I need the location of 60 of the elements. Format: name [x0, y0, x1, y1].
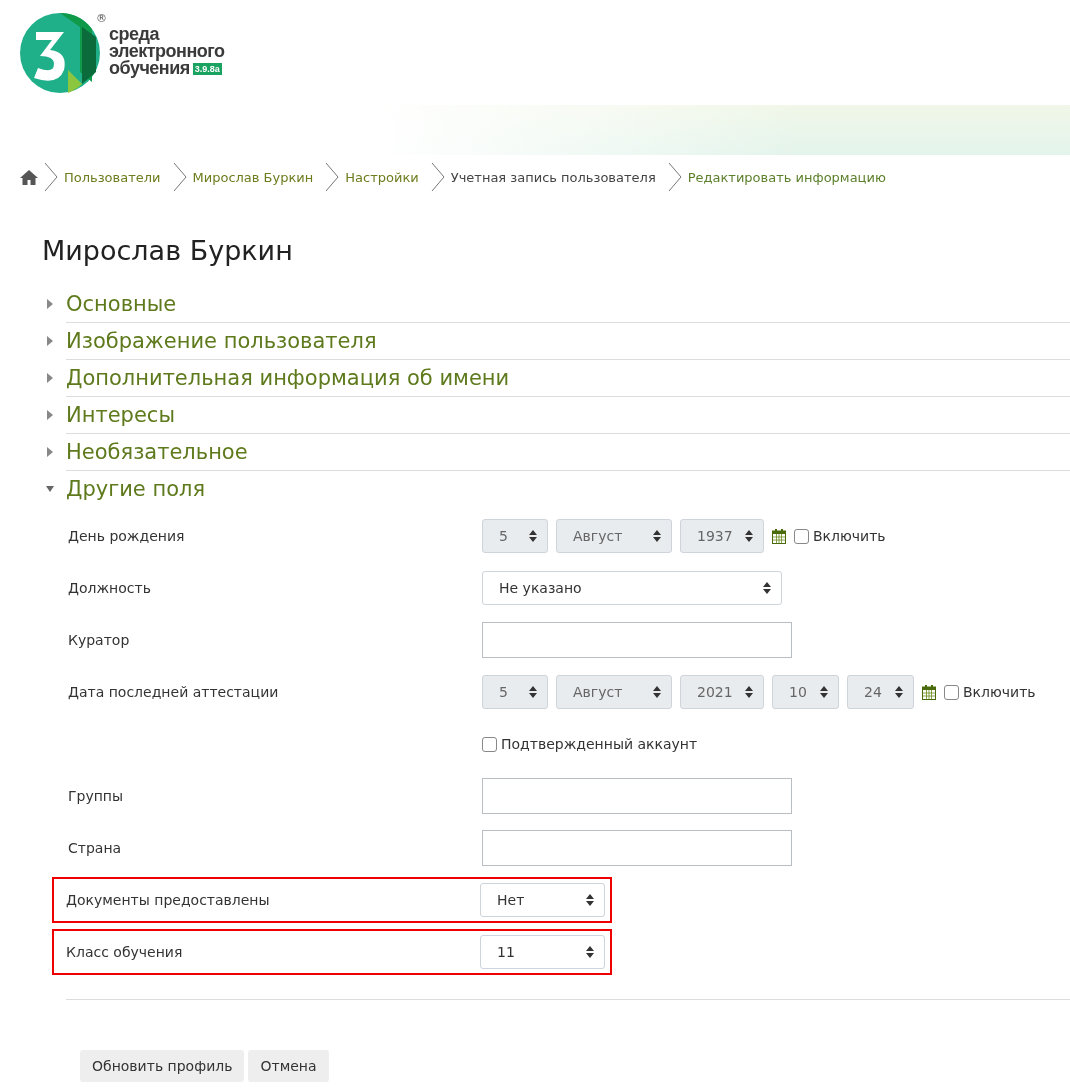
registered-mark: ® — [96, 12, 107, 25]
input-field[interactable] — [482, 622, 792, 658]
breadcrumb-link[interactable]: Настройки — [339, 169, 431, 185]
breadcrumb-link[interactable]: Учетная запись пользователя — [444, 169, 668, 185]
chevron-icon — [172, 162, 187, 192]
chevron-icon — [325, 162, 340, 192]
sort-icon — [653, 686, 661, 698]
submit-button[interactable]: Обновить профиль — [80, 1050, 245, 1082]
sort-icon — [763, 582, 771, 594]
logo-text: обучения — [109, 60, 190, 77]
chevron-icon — [44, 162, 58, 192]
sort-icon — [529, 686, 537, 698]
caret-icon[interactable] — [46, 336, 54, 346]
field-label: Должность — [68, 580, 152, 596]
breadcrumb-link[interactable]: Редактировать информацию — [681, 169, 898, 185]
section-header[interactable]: Изображение пользователя — [66, 329, 377, 353]
cancel-button[interactable]: Отмена — [248, 1050, 329, 1082]
field-label: Дата последней аттестации — [68, 684, 280, 700]
breadcrumb-link[interactable]: Мирослав Буркин — [186, 169, 326, 185]
sort-icon — [745, 686, 753, 698]
field-label: Страна — [68, 840, 123, 856]
input-field[interactable] — [482, 778, 792, 814]
section-header[interactable]: Основные — [66, 292, 177, 316]
chevron-icon — [667, 162, 682, 192]
field-label: Куратор — [68, 632, 131, 648]
logo-text: электронного — [109, 43, 225, 60]
logo-text: среда — [109, 26, 161, 43]
checkbox-label: Подтвержденный аккаунт — [501, 736, 698, 752]
breadcrumb-link[interactable]: Пользователи — [58, 169, 173, 185]
caret-icon[interactable] — [46, 373, 54, 383]
field-label: Класс обучения — [66, 944, 184, 960]
sort-icon — [586, 946, 594, 958]
dropdown-select[interactable]: Нет — [480, 883, 605, 917]
sort-icon — [653, 530, 661, 542]
sort-icon — [895, 686, 903, 698]
caret-icon[interactable] — [46, 484, 54, 494]
field-label: День рождения — [68, 528, 186, 544]
section-header[interactable]: Дополнительная информация об имени — [66, 366, 510, 390]
checkbox[interactable] — [482, 736, 497, 752]
chevron-icon — [430, 162, 445, 192]
sort-icon — [820, 686, 828, 698]
dropdown-select[interactable]: Не указано — [482, 571, 782, 605]
input-field[interactable] — [482, 830, 792, 866]
version-badge: 3.9.8a — [192, 62, 222, 75]
page-title: Мирослав Буркин — [42, 235, 294, 266]
field-label: Группы — [68, 788, 125, 804]
section-header[interactable]: Интересы — [66, 403, 175, 427]
caret-icon[interactable] — [46, 410, 54, 420]
sort-icon — [745, 530, 753, 542]
dropdown-select[interactable]: 11 — [480, 935, 605, 969]
checkbox-label: Включить — [813, 528, 886, 544]
field-label: Документы предоставлены — [66, 892, 271, 908]
caret-icon[interactable] — [46, 299, 54, 309]
caret-icon[interactable] — [46, 447, 54, 457]
section-header[interactable]: Другие поля — [66, 477, 206, 501]
home-icon[interactable] — [20, 169, 38, 185]
sort-icon — [529, 530, 537, 542]
section-header[interactable]: Необязательное — [66, 440, 248, 464]
sort-icon — [586, 894, 594, 906]
checkbox-label: Включить — [963, 684, 1036, 700]
